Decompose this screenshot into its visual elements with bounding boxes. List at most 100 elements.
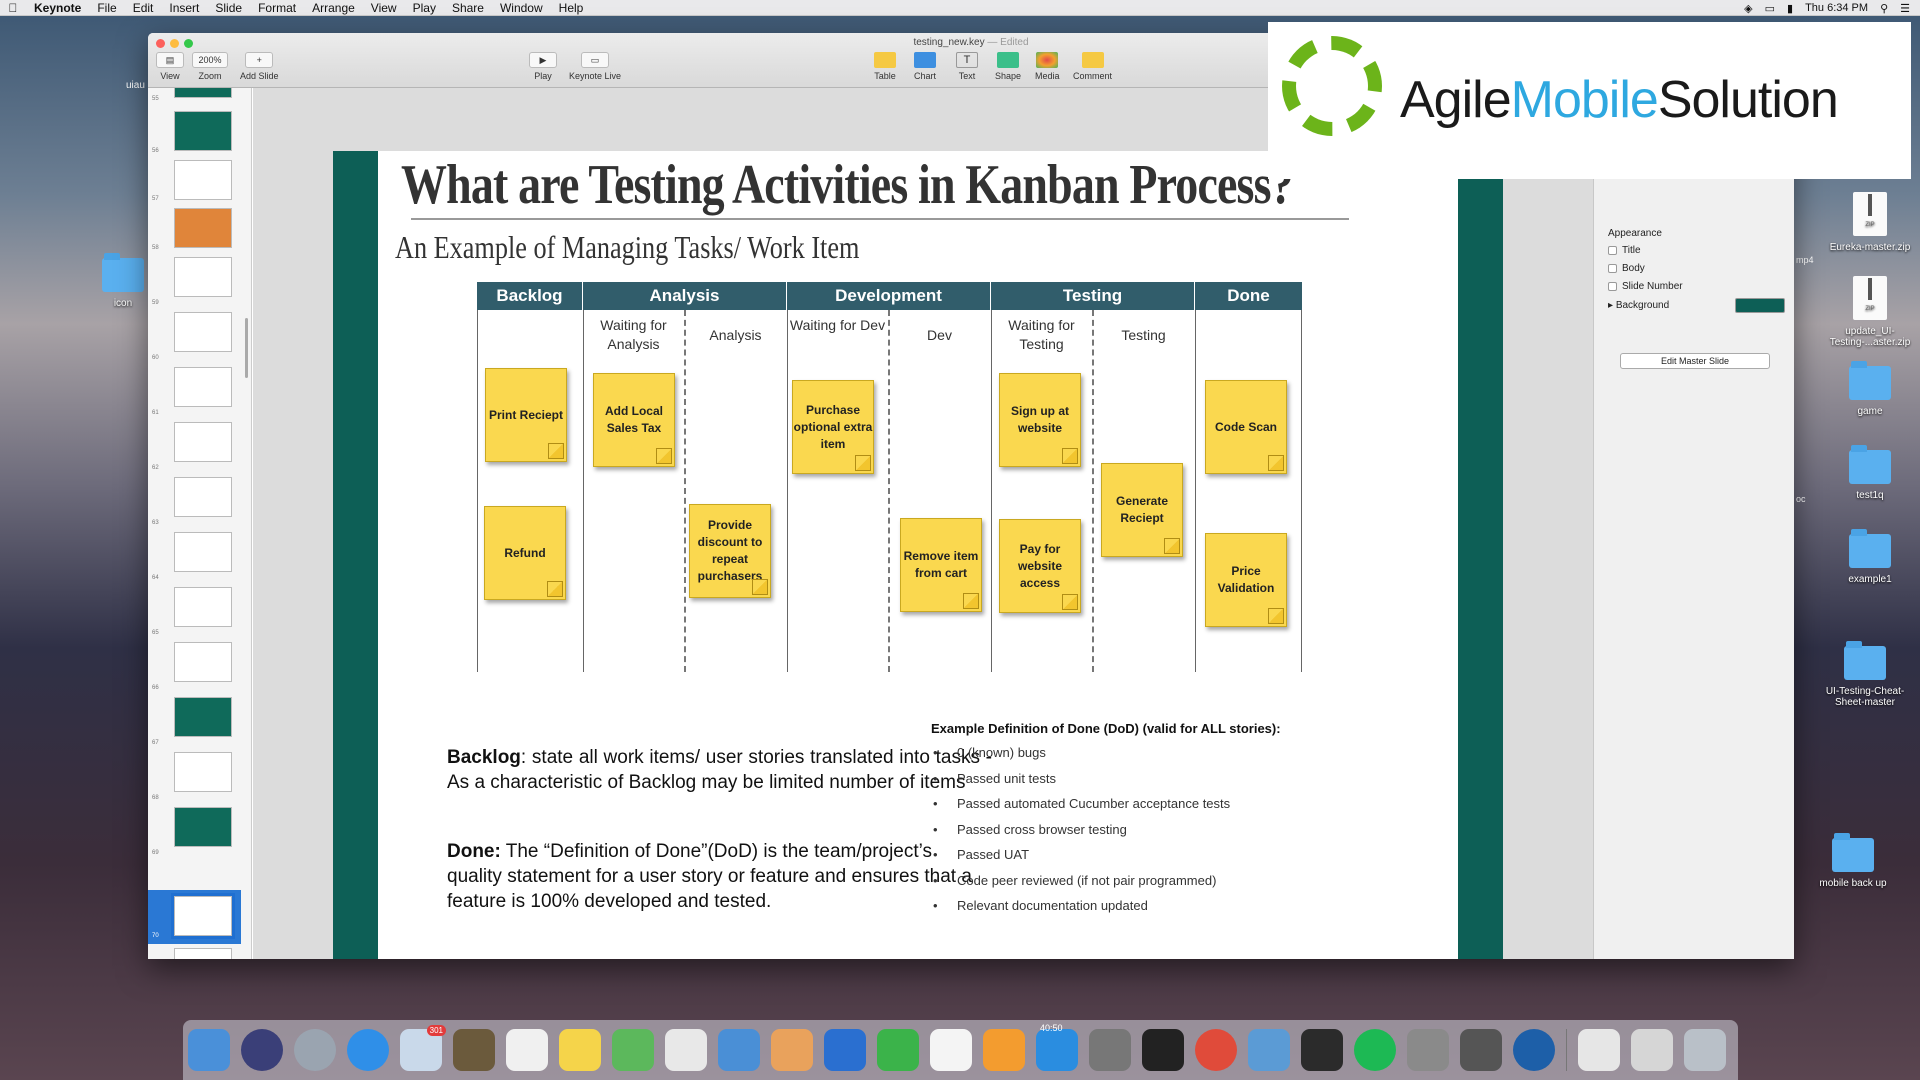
kanban-board-image[interactable]: Backlog Analysis Development Testing Don… — [477, 282, 1302, 672]
safari-icon[interactable] — [347, 1029, 389, 1071]
slide-thumbnail[interactable] — [174, 422, 232, 462]
play-button[interactable]: ▶ Play — [529, 52, 557, 81]
notification-center-icon[interactable]: ☰ — [1900, 2, 1910, 15]
table-button[interactable]: Table — [874, 52, 896, 81]
messages-icon[interactable] — [824, 1029, 866, 1071]
slide-thumbnail[interactable] — [174, 312, 232, 352]
slide-thumbnail-selected[interactable] — [171, 893, 235, 939]
desktop-folder-test1q[interactable]: test1q — [1825, 445, 1915, 501]
slide-thumbnail[interactable] — [174, 532, 232, 572]
desktop-folder-game[interactable]: game — [1825, 361, 1915, 417]
slide-thumbnail[interactable] — [174, 477, 232, 517]
slide-thumbnail[interactable] — [174, 697, 232, 737]
menu-window[interactable]: Window — [492, 1, 551, 15]
menu-format[interactable]: Format — [250, 1, 304, 15]
zoom-value[interactable]: 200% — [192, 52, 228, 68]
dod-list-box[interactable]: Example Definition of Done (DoD) (valid … — [931, 721, 1351, 924]
slide-number-checkbox[interactable]: Slide Number — [1608, 281, 1683, 292]
facetime-icon[interactable] — [877, 1029, 919, 1071]
media-button[interactable]: Media — [1035, 52, 1060, 81]
done-paragraph[interactable]: Done: The “Definition of Done”(DoD) is t… — [447, 839, 992, 914]
downloads-stack-icon[interactable] — [1578, 1029, 1620, 1071]
add-slide-button[interactable]: + Add Slide — [240, 52, 279, 81]
menu-view[interactable]: View — [363, 1, 405, 15]
quicktime-icon[interactable] — [1513, 1029, 1555, 1071]
edit-master-slide-button[interactable]: Edit Master Slide — [1620, 353, 1770, 369]
slide-title[interactable]: What are Testing Activities in Kanban Pr… — [401, 153, 1294, 217]
sticky-note: Pay for website access — [999, 519, 1081, 613]
photos-icon[interactable] — [771, 1029, 813, 1071]
zoom-control[interactable]: 200% Zoom — [192, 52, 228, 81]
desktop-zip-update[interactable]: ZIP update_UI-Testing-...aster.zip — [1825, 276, 1915, 348]
apple-menu-icon[interactable]:  — [0, 1, 26, 15]
maps-icon[interactable] — [612, 1029, 654, 1071]
finder-icon[interactable] — [188, 1029, 230, 1071]
spotlight-icon[interactable]: ⚲ — [1880, 2, 1888, 15]
slide-thumbnail[interactable] — [174, 111, 232, 151]
slide[interactable]: What are Testing Activities in Kanban Pr… — [333, 151, 1503, 959]
slide-thumbnail[interactable] — [174, 257, 232, 297]
navigator-scrollbar[interactable] — [245, 318, 248, 378]
backlog-paragraph[interactable]: Backlog: state all work items/ user stor… — [447, 745, 992, 795]
menu-arrange[interactable]: Arrange — [304, 1, 363, 15]
slide-number: 59 — [152, 300, 159, 306]
menu-play[interactable]: Play — [405, 1, 444, 15]
body-checkbox[interactable]: Body — [1608, 263, 1645, 274]
slide-thumbnail[interactable] — [174, 367, 232, 407]
battery-icon[interactable]: ▮ — [1787, 2, 1793, 15]
desktop-folder-mobile-back-up[interactable]: mobile back up — [1808, 833, 1898, 889]
slide-thumbnail[interactable] — [174, 642, 232, 682]
title-checkbox[interactable]: Title — [1608, 245, 1641, 256]
notes-icon[interactable] — [559, 1029, 601, 1071]
chart-button[interactable]: Chart — [914, 52, 936, 81]
desktop-folder-cheatsheet[interactable]: UI-Testing-Cheat-Sheet-master — [1820, 641, 1910, 708]
ibooks-icon[interactable] — [983, 1029, 1025, 1071]
wifi-icon[interactable]: ◈ — [1744, 2, 1752, 15]
slide-thumbnail[interactable] — [174, 807, 232, 847]
menu-share[interactable]: Share — [444, 1, 492, 15]
clock[interactable]: Thu 6:34 PM — [1805, 2, 1868, 14]
comment-button[interactable]: Comment — [1073, 52, 1112, 81]
slide-thumbnail[interactable] — [174, 587, 232, 627]
desktop-zip-eureka[interactable]: ZIP Eureka-master.zip — [1825, 192, 1915, 253]
background-disclosure[interactable]: ▸ Background — [1608, 300, 1669, 311]
itunes-icon[interactable] — [930, 1029, 972, 1071]
menu-slide[interactable]: Slide — [207, 1, 250, 15]
activity-monitor-icon[interactable] — [1301, 1029, 1343, 1071]
siri-icon[interactable] — [241, 1029, 283, 1071]
keynote-dock-icon[interactable] — [453, 1029, 495, 1071]
menu-app[interactable]: Keynote — [26, 1, 89, 15]
slide-thumbnail[interactable] — [174, 948, 232, 959]
desktop-folder-example1[interactable]: example1 — [1825, 529, 1915, 585]
text-button[interactable]: T Text — [956, 52, 978, 81]
view-button[interactable]: ▤ View — [156, 52, 184, 81]
app-store-icon[interactable]: 40:50 — [1036, 1023, 1078, 1071]
keynote-live-button[interactable]: ▭ Keynote Live — [569, 52, 621, 81]
chrome-icon[interactable] — [1195, 1029, 1237, 1071]
fun-app-icon[interactable] — [1460, 1029, 1502, 1071]
keynote-app-icon[interactable] — [1248, 1029, 1290, 1071]
trash-icon[interactable] — [1684, 1029, 1726, 1071]
calendar-icon[interactable] — [506, 1029, 548, 1071]
terminal-icon[interactable] — [1142, 1029, 1184, 1071]
slide-thumbnail[interactable] — [174, 208, 232, 248]
background-color-well[interactable] — [1735, 298, 1785, 313]
spotify-icon[interactable] — [1354, 1029, 1396, 1071]
system-preferences-icon[interactable] — [1089, 1029, 1131, 1071]
shape-button[interactable]: Shape — [995, 52, 1021, 81]
xcode-icon[interactable] — [718, 1029, 760, 1071]
launchpad-icon[interactable] — [294, 1029, 336, 1071]
menu-insert[interactable]: Insert — [161, 1, 207, 15]
slide-thumbnail[interactable] — [174, 88, 232, 98]
slide-thumbnail[interactable] — [174, 160, 232, 200]
preview-icon[interactable] — [665, 1029, 707, 1071]
mail-icon[interactable]: 301 — [400, 1025, 446, 1071]
menu-help[interactable]: Help — [551, 1, 592, 15]
airplay-icon[interactable]: ▭ — [1765, 2, 1775, 15]
menu-file[interactable]: File — [89, 1, 124, 15]
utility-icon[interactable] — [1407, 1029, 1449, 1071]
menu-edit[interactable]: Edit — [125, 1, 162, 15]
slide-thumbnail[interactable] — [174, 752, 232, 792]
slide-subtitle[interactable]: An Example of Managing Tasks/ Work Item — [395, 229, 859, 266]
documents-stack-icon[interactable] — [1631, 1029, 1673, 1071]
